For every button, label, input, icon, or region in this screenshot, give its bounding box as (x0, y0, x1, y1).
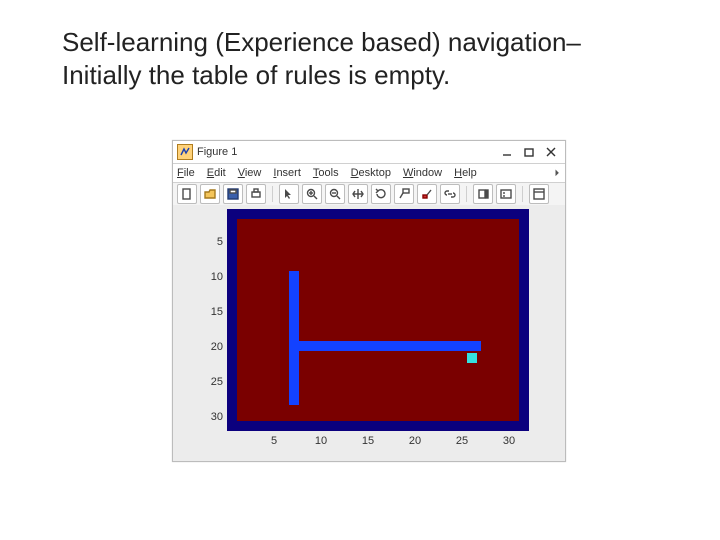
brush-icon[interactable] (417, 184, 437, 204)
menu-desktop[interactable]: Desktop (351, 167, 391, 179)
rotate-icon[interactable] (371, 184, 391, 204)
maximize-button[interactable] (523, 146, 535, 158)
axes-area[interactable]: 5 10 15 20 25 30 5 10 15 20 25 30 (173, 205, 565, 461)
toolbar (173, 183, 565, 206)
menu-file[interactable]: File (177, 167, 195, 179)
title-bar[interactable]: Figure 1 (173, 141, 565, 164)
title-line-1: Self-learning (Experience based) navigat… (62, 27, 581, 57)
menu-help[interactable]: Help (454, 167, 477, 179)
menu-view[interactable]: View (238, 167, 262, 179)
y-tick: 30 (199, 411, 223, 423)
wall-vertical (289, 271, 299, 405)
x-tick: 10 (315, 435, 327, 447)
close-button[interactable] (545, 146, 557, 158)
link-icon[interactable] (440, 184, 460, 204)
zoom-in-icon[interactable] (302, 184, 322, 204)
y-tick: 25 (199, 376, 223, 388)
x-tick: 20 (409, 435, 421, 447)
x-tick: 5 (271, 435, 277, 447)
figure-window: Figure 1 File Edit View Insert Tools Des… (172, 140, 566, 462)
save-icon[interactable] (223, 184, 243, 204)
toolbar-separator (522, 186, 523, 202)
axes[interactable] (227, 209, 529, 431)
minimize-button[interactable] (501, 146, 513, 158)
zoom-out-icon[interactable] (325, 184, 345, 204)
open-icon[interactable] (200, 184, 220, 204)
x-tick: 25 (456, 435, 468, 447)
window-title: Figure 1 (197, 146, 501, 158)
wall-horizontal (289, 341, 481, 351)
menu-bar: File Edit View Insert Tools Desktop Wind… (173, 164, 565, 183)
plot-background (237, 219, 519, 421)
y-tick: 15 (199, 306, 223, 318)
y-tick: 20 (199, 341, 223, 353)
menu-overflow-icon[interactable]: 🞂 (555, 168, 559, 179)
menu-insert[interactable]: Insert (273, 167, 301, 179)
y-tick: 5 (199, 236, 223, 248)
pan-icon[interactable] (348, 184, 368, 204)
menu-tools[interactable]: Tools (313, 167, 339, 179)
title-line-2: Initially the table of rules is empty. (62, 60, 450, 90)
agent-marker (467, 353, 477, 363)
colorbar-icon[interactable] (473, 184, 493, 204)
toolbar-separator (466, 186, 467, 202)
x-tick: 30 (503, 435, 515, 447)
slide-title: Self-learning (Experience based) navigat… (62, 26, 662, 91)
new-figure-icon[interactable] (177, 184, 197, 204)
matlab-figure-icon (177, 144, 193, 160)
menu-edit[interactable]: Edit (207, 167, 226, 179)
y-tick: 10 (199, 271, 223, 283)
pointer-icon[interactable] (279, 184, 299, 204)
x-tick: 15 (362, 435, 374, 447)
print-icon[interactable] (246, 184, 266, 204)
menu-window[interactable]: Window (403, 167, 442, 179)
legend-icon[interactable] (496, 184, 516, 204)
data-cursor-icon[interactable] (394, 184, 414, 204)
hide-tools-icon[interactable] (529, 184, 549, 204)
toolbar-separator (272, 186, 273, 202)
